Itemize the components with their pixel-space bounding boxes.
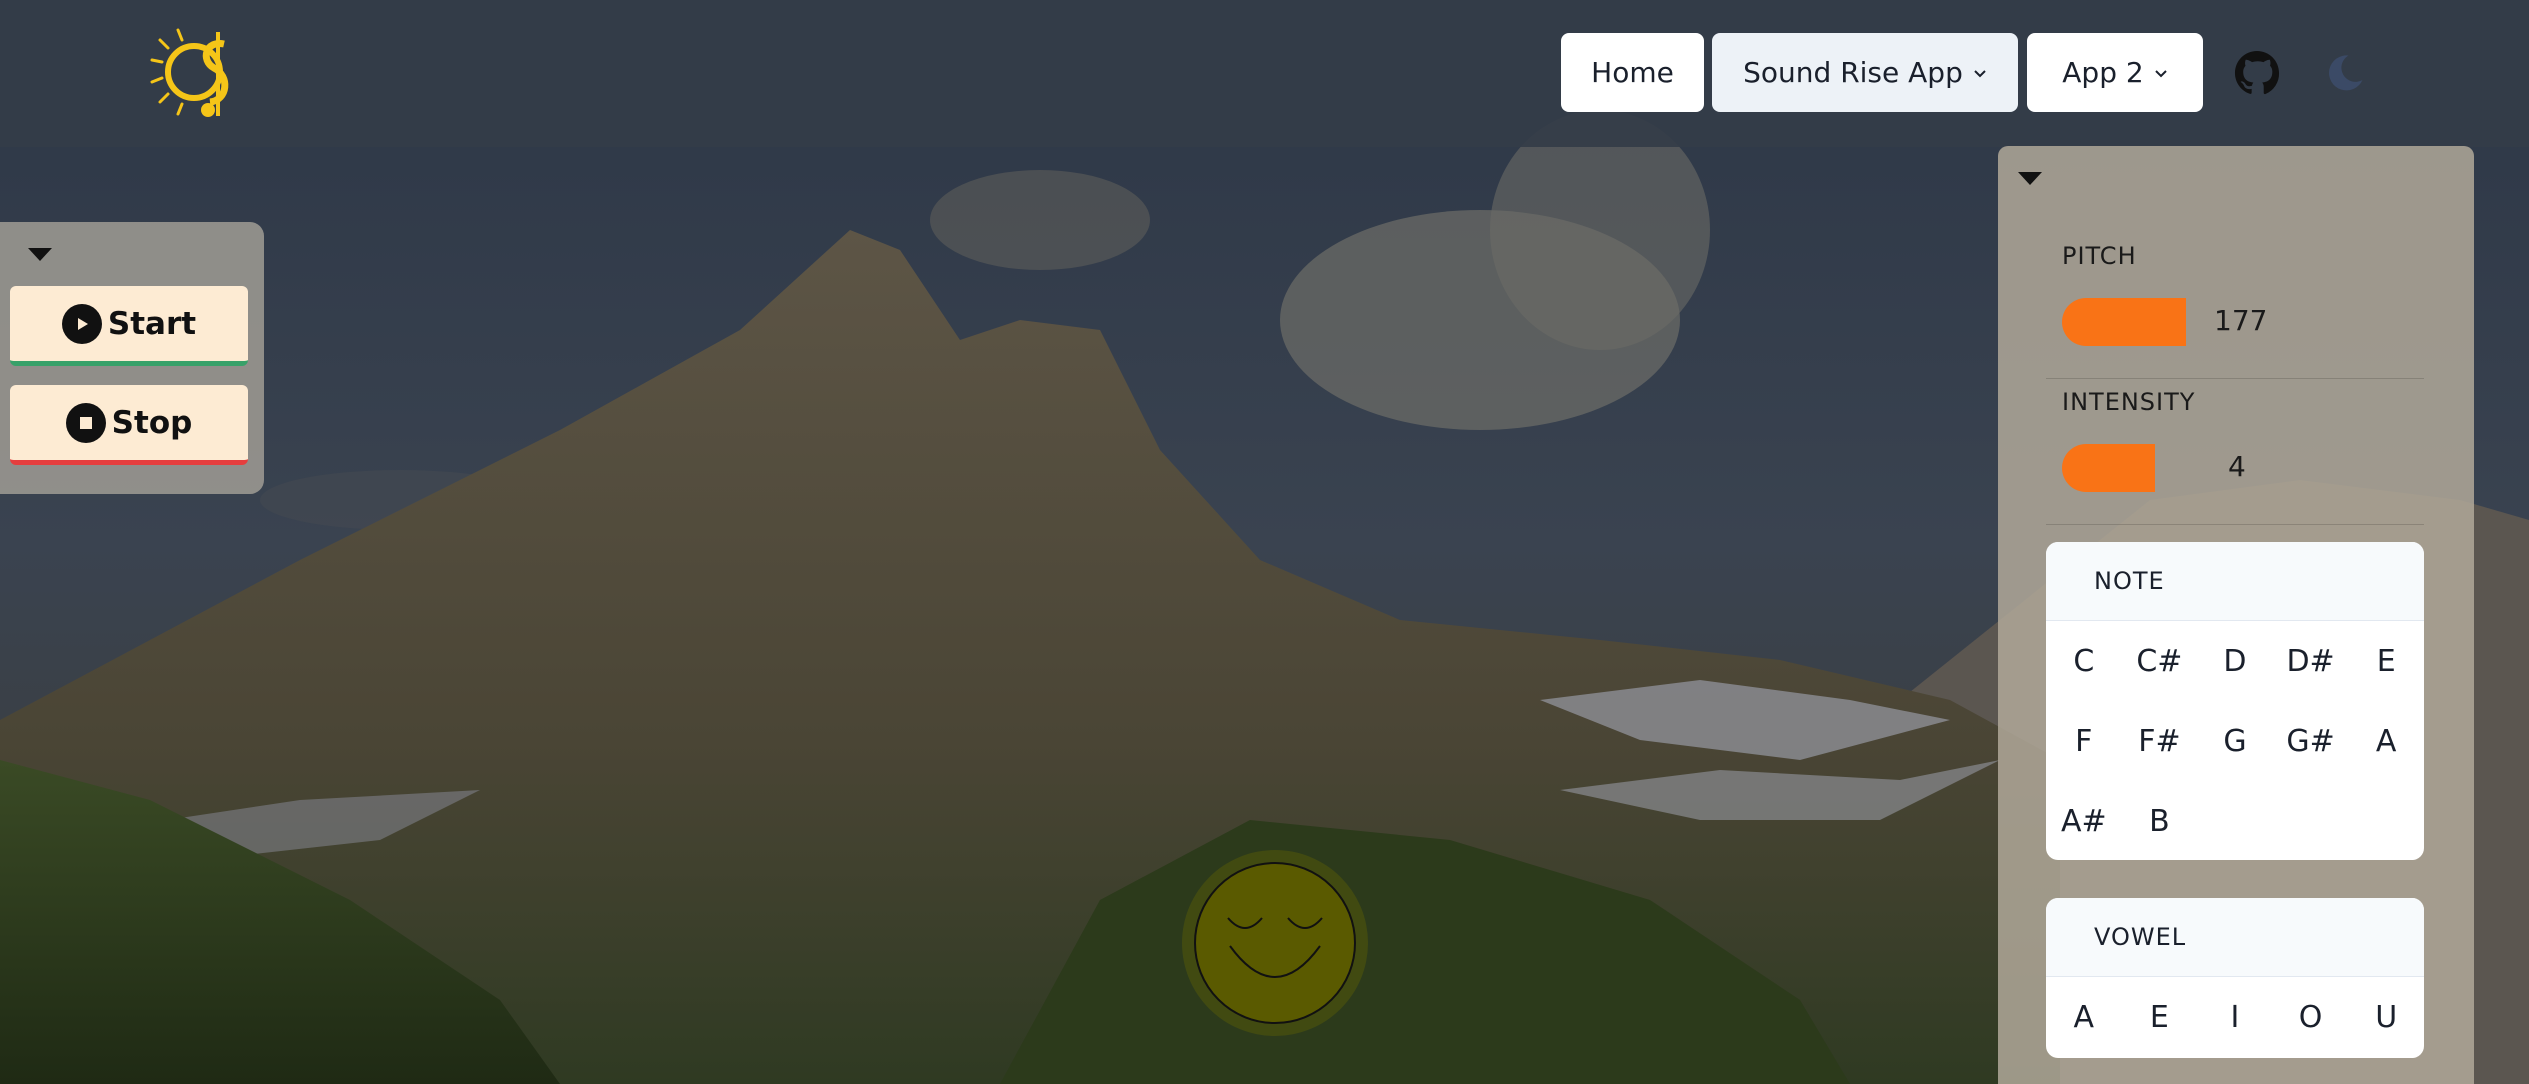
chevron-down-icon: [1974, 69, 1986, 77]
note-option[interactable]: C: [2046, 621, 2122, 701]
intensity-value: 4: [2228, 450, 2246, 483]
smiley-face-icon: [1182, 850, 1368, 1036]
note-option[interactable]: G: [2197, 701, 2273, 781]
intensity-label: INTENSITY: [2062, 388, 2196, 416]
note-option[interactable]: D#: [2273, 621, 2349, 701]
intensity-meter-bar: [2062, 444, 2155, 492]
vowel-card: VOWEL A E I O U: [2046, 898, 2424, 1058]
home-nav-label: Home: [1591, 56, 1674, 89]
home-nav-button[interactable]: Home: [1561, 33, 1704, 112]
vowel-option[interactable]: A: [2046, 977, 2122, 1057]
vowel-option[interactable]: E: [2122, 977, 2198, 1057]
pitch-meter-bar: [2062, 298, 2186, 346]
chevron-down-icon: [2154, 69, 2167, 77]
note-option[interactable]: G#: [2273, 701, 2349, 781]
top-navbar: Home Sound Rise App App 2: [0, 0, 2529, 147]
stop-icon: [65, 402, 106, 443]
vowel-option[interactable]: I: [2197, 977, 2273, 1057]
stop-label: Stop: [111, 404, 193, 441]
pitch-value: 177: [2214, 304, 2268, 337]
start-label: Start: [107, 305, 197, 342]
note-card-title: NOTE: [2046, 542, 2424, 621]
collapse-triangle-icon[interactable]: [2018, 172, 2042, 185]
note-card: NOTE C C# D D# E F F# G G# A A# B: [2046, 542, 2424, 860]
stop-button[interactable]: Stop: [10, 385, 248, 465]
note-options-grid: C C# D D# E F F# G G# A A# B: [2046, 621, 2424, 860]
vowel-options-grid: A E I O U: [2046, 977, 2424, 1057]
vowel-card-title: VOWEL: [2046, 898, 2424, 977]
github-icon[interactable]: [2234, 50, 2280, 96]
play-icon: [61, 303, 102, 344]
vowel-option[interactable]: U: [2348, 977, 2424, 1057]
sound-analysis-panel: PITCH 177 INTENSITY 4 NOTE C C# D D# E F…: [1998, 146, 2474, 1084]
playback-controls-panel: Start Stop: [0, 222, 264, 494]
note-option[interactable]: E: [2348, 621, 2424, 701]
moon-icon[interactable]: [2324, 52, 2366, 94]
app-2-label: App 2: [2062, 56, 2144, 89]
note-option[interactable]: A#: [2046, 781, 2122, 860]
divider: [2046, 378, 2424, 379]
sun-logo-icon[interactable]: [148, 24, 248, 124]
app-2-menu-button[interactable]: App 2: [2027, 33, 2203, 112]
note-option[interactable]: A: [2348, 701, 2424, 781]
note-option[interactable]: D: [2197, 621, 2273, 701]
vowel-option[interactable]: O: [2273, 977, 2349, 1057]
pitch-label: PITCH: [2062, 242, 2137, 270]
sound-rise-app-menu-button[interactable]: Sound Rise App: [1712, 33, 2018, 112]
note-option[interactable]: F: [2046, 701, 2122, 781]
note-option[interactable]: F#: [2122, 701, 2198, 781]
start-button[interactable]: Start: [10, 286, 248, 366]
note-option[interactable]: B: [2122, 781, 2198, 860]
sound-rise-app-label: Sound Rise App: [1743, 56, 1963, 89]
divider: [2046, 524, 2424, 525]
collapse-triangle-icon[interactable]: [28, 248, 52, 261]
note-option[interactable]: C#: [2122, 621, 2198, 701]
